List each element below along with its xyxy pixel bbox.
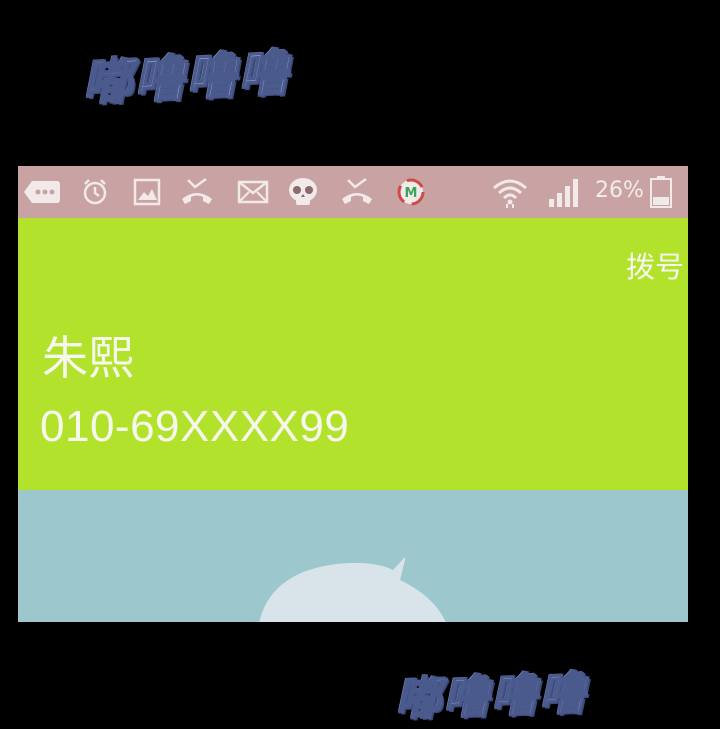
caller-number: 010-69XXXX99 bbox=[40, 402, 350, 451]
status-bar: M 26% bbox=[18, 166, 688, 218]
sound-effect-bottom: 嘟噜噜噜 bbox=[393, 665, 588, 727]
phone-screen: M 26% 拨号 朱熙 010-69XXXX99 bbox=[18, 166, 688, 622]
gallery-icon bbox=[132, 176, 162, 208]
missed-call-icon bbox=[340, 176, 374, 208]
mail-icon bbox=[236, 176, 270, 208]
wifi-icon bbox=[492, 176, 528, 208]
battery-percent: 26% bbox=[595, 178, 644, 203]
app-m-icon: M bbox=[396, 176, 426, 208]
alarm-icon bbox=[80, 176, 110, 208]
battery-icon bbox=[648, 176, 674, 208]
call-panel: 拨号 朱熙 010-69XXXX99 bbox=[18, 218, 688, 490]
default-avatar-icon bbox=[259, 558, 446, 622]
signal-icon bbox=[546, 176, 582, 208]
more-notifications-icon[interactable] bbox=[24, 176, 60, 208]
missed-call-icon bbox=[180, 176, 214, 208]
contact-photo-area bbox=[18, 490, 688, 622]
skull-icon bbox=[286, 176, 320, 208]
call-status-label: 拨号 bbox=[625, 250, 684, 284]
caller-name: 朱熙 bbox=[42, 331, 134, 385]
sound-effect-top: 嘟噜噜噜 bbox=[80, 43, 292, 113]
svg-text:M: M bbox=[405, 186, 418, 201]
